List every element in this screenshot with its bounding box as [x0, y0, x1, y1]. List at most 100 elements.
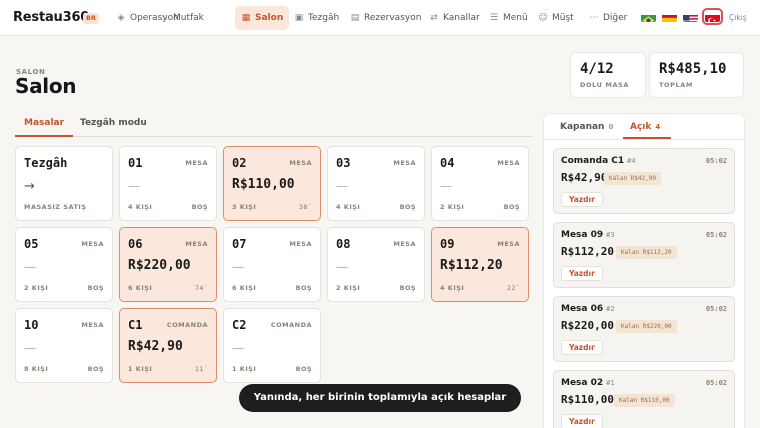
table-guests: 3 KIŞI [232, 203, 257, 211]
order-card[interactable]: Mesa 09 #3 05:02 R$112,20 Kalan R$112,20 Yazd… [553, 222, 735, 288]
order-time: 05:02 [705, 157, 727, 165]
table-type: MESA [289, 159, 312, 167]
nav-item-more[interactable]: ⋯ Diğer [583, 6, 633, 30]
nav-item-flame[interactable]: ♨ Mutfak [153, 6, 210, 30]
flag-usa-icon[interactable] [683, 11, 698, 22]
order-time: 05:02 [705, 305, 727, 313]
table-status: BOŞ [399, 203, 416, 211]
table-elapsed: 11´ [195, 365, 208, 373]
table-guests: 8 KIŞI [24, 365, 49, 373]
flag-spain-icon[interactable] [662, 11, 677, 22]
order-name: Mesa 09 [561, 230, 604, 240]
table-type: COMANDA [166, 321, 208, 329]
table-card[interactable]: C1 COMANDA R$42,90 1 KIŞI 11´ [119, 308, 217, 383]
order-card[interactable]: Comanda C1 #4 05:02 R$42,90 Kalan R$42,90 Yaz… [553, 148, 735, 214]
info-toast: Yanında, her birinin toplamıyla açık hes… [239, 384, 521, 412]
nav-item-register[interactable]: ▣ Tezgâh [288, 6, 345, 30]
print-button[interactable]: Yazdır [561, 340, 603, 355]
tab-label: Kapanan [560, 122, 605, 132]
empty-dash: — [440, 179, 452, 193]
empty-dash: — [232, 260, 244, 274]
table-name: 02 [232, 156, 247, 170]
table-name: 09 [440, 237, 455, 251]
empty-dash: — [24, 260, 36, 274]
nav-item-smiley[interactable]: ☺ Müşt [532, 6, 580, 30]
table-type: MESA [497, 240, 520, 248]
nav-item-calendar[interactable]: ▤ Rezervasyon [344, 6, 427, 30]
stat-occupied-tables: 4/12 DOLU MASA [570, 52, 646, 98]
logout-link[interactable]: Çıkış [729, 13, 747, 22]
order-number: #4 [627, 157, 636, 165]
remaining-badge: Kalan R$42,90 [604, 172, 661, 185]
counter-card[interactable]: Tezgâh → MASASIZ SATIŞ [15, 146, 113, 221]
table-name: 01 [128, 156, 143, 170]
flag-brazil-icon[interactable] [641, 11, 656, 22]
tab-open-orders[interactable]: Açık 4 [630, 122, 660, 132]
table-status: BOŞ [399, 284, 416, 292]
table-name: 05 [24, 237, 39, 251]
table-guests: 4 KIŞI [440, 284, 465, 292]
flag-turkey-icon[interactable] [702, 8, 723, 25]
tab-closed-orders[interactable]: Kapanan 0 [560, 122, 613, 132]
table-guests: 6 KIŞI [128, 284, 153, 292]
table-guests: 4 KIŞI [336, 203, 361, 211]
nav-item-label: Menü [503, 13, 528, 23]
table-card[interactable]: 04 MESA — 2 KIŞI BOŞ [431, 146, 529, 221]
empty-dash: — [24, 341, 36, 355]
order-card[interactable]: Mesa 02 #1 05:02 R$110,00 Kalan R$110,00 Yazd… [553, 370, 735, 428]
table-card[interactable]: C2 COMANDA — 1 KIŞI BOŞ [223, 308, 321, 383]
arrows-icon: ⇄ [430, 13, 438, 23]
tab-counter-mode[interactable]: Tezgâh modu [80, 113, 147, 137]
tab-count: 4 [655, 123, 661, 131]
table-name: 07 [232, 237, 247, 251]
arrow-right-icon: → [24, 179, 35, 194]
table-status: BOŞ [295, 284, 312, 292]
table-guests: 2 KIŞI [24, 284, 49, 292]
tab-label: Açık [630, 122, 652, 132]
nav-item-grid[interactable]: ▦ Salon [235, 6, 290, 30]
print-button[interactable]: Yazdır [561, 414, 603, 428]
nav-item-label: Mutfak [173, 13, 204, 23]
table-elapsed: 74´ [195, 284, 208, 292]
nav-item-label: Tezgâh [308, 13, 340, 23]
print-button[interactable]: Yazdır [561, 192, 603, 207]
order-card[interactable]: Mesa 06 #2 05:02 R$220,00 Kalan R$220,00 Yazd… [553, 296, 735, 362]
tab-tables[interactable]: Masalar [15, 113, 74, 137]
table-guests: 6 KIŞI [232, 284, 257, 292]
empty-dash: — [336, 179, 348, 193]
remaining-badge: Kalan R$110,00 [614, 394, 675, 407]
table-status: BOŞ [87, 284, 104, 292]
stat-total: R$485,10 TOPLAM [649, 52, 744, 98]
nav-item-arrows[interactable]: ⇄ Kanallar [423, 6, 486, 30]
table-name: 10 [24, 318, 39, 332]
table-card[interactable]: 07 MESA — 6 KIŞI BOŞ [223, 227, 321, 302]
country-badge: BR [83, 13, 99, 24]
table-elapsed: 38´ [299, 203, 312, 211]
diamond-icon: ◈ [117, 13, 125, 23]
table-card[interactable]: 03 MESA — 4 KIŞI BOŞ [327, 146, 425, 221]
stat-label: DOLU MASA [580, 81, 629, 89]
table-card[interactable]: 09 MESA R$112,20 4 KIŞI 22´ [431, 227, 529, 302]
table-type: MESA [185, 159, 208, 167]
table-type: COMANDA [270, 321, 312, 329]
brand-logo[interactable]: Restau360 [13, 10, 89, 25]
table-elapsed: 22´ [507, 284, 520, 292]
table-status: BOŞ [87, 365, 104, 373]
table-amount: R$220,00 [128, 258, 191, 273]
table-card[interactable]: 06 MESA R$220,00 6 KIŞI 74´ [119, 227, 217, 302]
table-amount: R$42,90 [128, 339, 183, 354]
nav-item-menu[interactable]: ☰ Menü [483, 6, 534, 30]
print-button[interactable]: Yazdır [561, 266, 603, 281]
grid-icon: ▦ [241, 13, 251, 23]
table-status: BOŞ [503, 203, 520, 211]
table-type: MESA [393, 240, 416, 248]
table-card[interactable]: 10 MESA — 8 KIŞI BOŞ [15, 308, 113, 383]
order-amount: R$110,00 [561, 393, 614, 406]
table-card[interactable]: 01 MESA — 4 KIŞI BOŞ [119, 146, 217, 221]
table-type: MESA [497, 159, 520, 167]
table-card[interactable]: 02 MESA R$110,00 3 KIŞI 38´ [223, 146, 321, 221]
order-number: #2 [606, 305, 615, 313]
table-card[interactable]: 05 MESA — 2 KIŞI BOŞ [15, 227, 113, 302]
stat-label: TOPLAM [659, 81, 693, 89]
table-card[interactable]: 08 MESA — 2 KIŞI BOŞ [327, 227, 425, 302]
